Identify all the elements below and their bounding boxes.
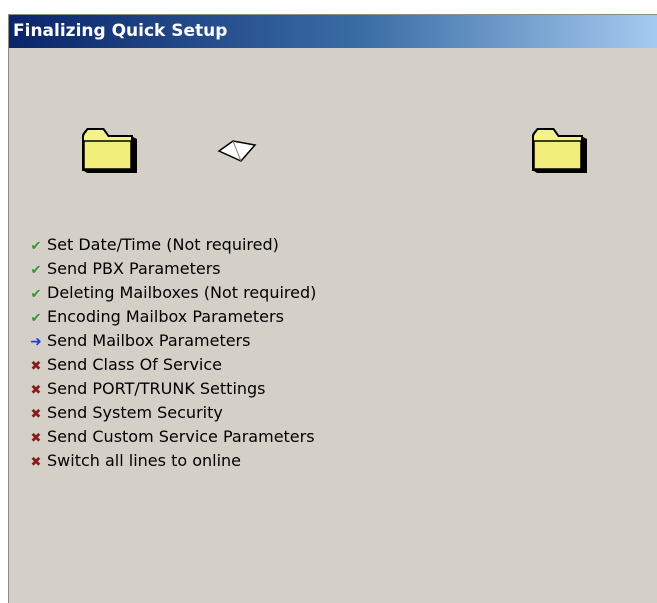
x-mark-icon: ✖ [30,455,42,470]
step-label: Send Class Of Service [47,355,223,374]
step-item: ✔ Set Date/Time (Not required) [29,233,316,257]
step-item: ➜ Send Mailbox Parameters [29,329,316,353]
steps-list: ✔ Set Date/Time (Not required) ✔ Send PBX … [29,233,316,473]
folder-icon [532,128,587,173]
checkmark-icon: ✔ [30,263,42,278]
step-label: Encoding Mailbox Parameters [47,307,284,326]
step-label: Send Custom Service Parameters [47,427,315,446]
x-mark-icon: ✖ [30,383,42,398]
step-label: Send PORT/TRUNK Settings [47,379,266,398]
step-label: Send Mailbox Parameters [47,331,251,350]
panel-title: Finalizing Quick Setup [9,15,657,48]
flying-document-icon [217,140,257,162]
step-label: Set Date/Time (Not required) [47,235,279,254]
step-item: ✔ Deleting Mailboxes (Not required) [29,281,317,305]
arrow-right-icon: ➜ [30,334,42,350]
checkmark-icon: ✔ [30,311,42,326]
step-item: ✔ Send PBX Parameters [29,257,316,281]
x-mark-icon: ✖ [30,407,42,422]
step-label: Send System Security [47,403,223,422]
step-item: ✖ Send System Security [29,401,316,425]
step-label: Switch all lines to online [47,451,242,470]
step-item: ✔ Encoding Mailbox Parameters [29,305,316,329]
folder-icon [82,128,137,173]
step-item: ✖ Send Custom Service Parameters [29,425,316,449]
step-label: Send PBX Parameters [47,259,221,278]
step-label: Deleting Mailboxes (Not required) [47,283,317,302]
checkmark-icon: ✔ [30,287,42,302]
x-mark-icon: ✖ [30,359,42,374]
x-mark-icon: ✖ [30,431,42,446]
checkmark-icon: ✔ [30,239,42,254]
step-item: ✖ Send PORT/TRUNK Settings [29,377,316,401]
step-item: ✖ Switch all lines to online [29,449,316,473]
step-item: ✖ Send Class Of Service [29,353,316,377]
setup-panel: Finalizing Quick Setup ✔ Set Date/Time (N… [8,14,657,603]
